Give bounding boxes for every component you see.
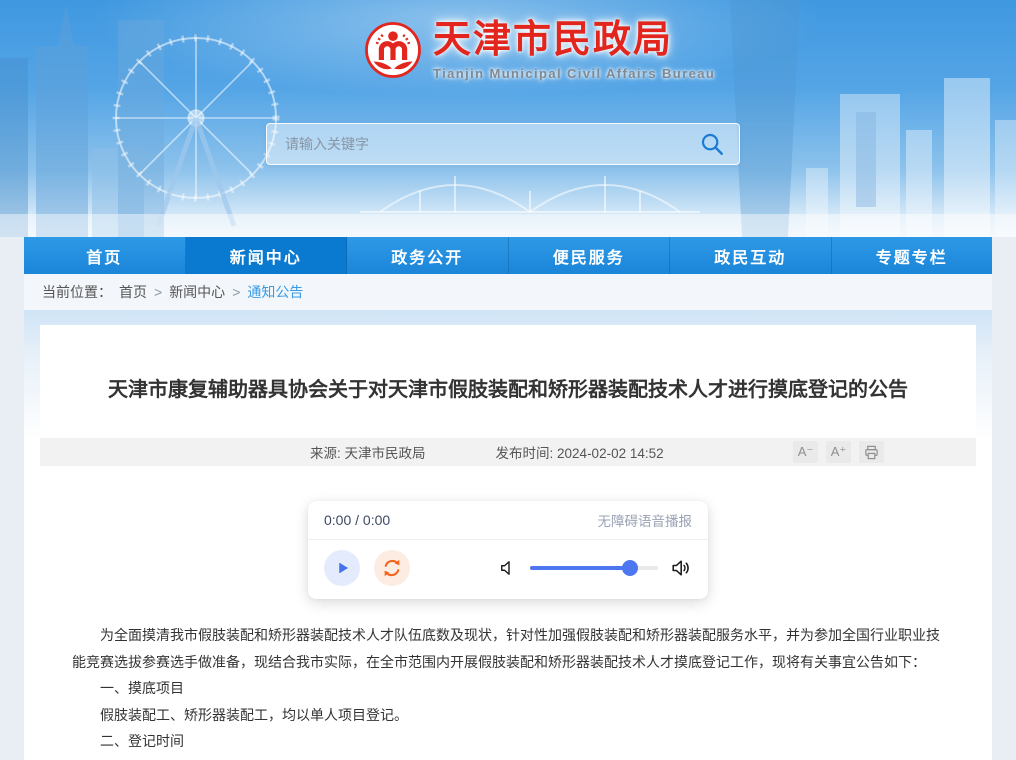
article-card: 天津市康复辅助器具协会关于对天津市假肢装配和矫形器装配技术人才进行摸底登记的公告… xyxy=(40,325,976,760)
replay-loop-icon xyxy=(381,557,403,579)
player-header: 0:00 / 0:00 无障碍语音播报 xyxy=(308,501,708,540)
article-paragraph: 为全面摸清我市假肢装配和矫形器装配技术人才队伍底数及现状，针对性加强假肢装配和矫… xyxy=(72,622,944,675)
breadcrumb-separator: > xyxy=(154,284,162,300)
article-paragraph: 假肢装配工、矫形器装配工，均以单人项目登记。 xyxy=(72,702,944,729)
player-caption: 无障碍语音播报 xyxy=(598,510,693,530)
volume-thumb[interactable] xyxy=(622,560,638,576)
play-button[interactable] xyxy=(324,550,360,586)
content-area: 天津市康复辅助器具协会关于对天津市假肢装配和矫形器装配技术人才进行摸底登记的公告… xyxy=(24,310,992,760)
article-body: 为全面摸清我市假肢装配和矫形器装配技术人才队伍底数及现状，针对性加强假肢装配和矫… xyxy=(40,599,976,755)
search-button[interactable] xyxy=(697,129,727,159)
volume-mute-icon[interactable] xyxy=(498,558,518,578)
article-paragraph: 一、摸底项目 xyxy=(72,675,944,702)
volume-fill xyxy=(530,566,630,570)
play-icon xyxy=(331,557,353,579)
replay-button[interactable] xyxy=(374,550,410,586)
site-subtitle: Tianjin Municipal Civil Affairs Bureau xyxy=(433,66,715,81)
volume-controls xyxy=(498,557,692,579)
source-value: 天津市民政局 xyxy=(345,446,426,461)
font-controls: A⁻ A⁺ xyxy=(793,441,884,463)
search-icon xyxy=(699,131,725,157)
brand: 天津市民政局 Tianjin Municipal Civil Affairs B… xyxy=(364,21,715,81)
player-time: 0:00 / 0:00 xyxy=(324,512,390,528)
article-paragraph: 二、登记时间 xyxy=(72,728,944,755)
site-header: 天津市民政局 Tianjin Municipal Civil Affairs B… xyxy=(0,0,1016,237)
source-label: 来源: xyxy=(310,446,345,461)
publish-label: 发布时间: xyxy=(496,446,558,461)
nav-item-special-topics[interactable]: 专题专栏 xyxy=(832,237,993,274)
search-input[interactable] xyxy=(283,135,697,153)
breadcrumb-news-link[interactable]: 新闻中心 xyxy=(169,282,225,302)
breadcrumb-label: 当前位置： xyxy=(42,282,112,302)
nav-item-news-center[interactable]: 新闻中心 xyxy=(186,237,348,274)
font-decrease-button[interactable]: A⁻ xyxy=(793,441,818,463)
article-title: 天津市康复辅助器具协会关于对天津市假肢装配和矫形器装配技术人才进行摸底登记的公告 xyxy=(100,375,916,405)
article-meta-bar: 来源: 天津市民政局 发布时间: 2024-02-02 14:52 A⁻ A⁺ xyxy=(40,438,976,466)
nav-item-gov-affairs[interactable]: 政务公开 xyxy=(347,237,509,274)
civil-affairs-logo-icon xyxy=(364,21,422,79)
nav-item-interaction[interactable]: 政民互动 xyxy=(670,237,832,274)
player-controls xyxy=(308,540,708,599)
publish-value: 2024-02-02 14:52 xyxy=(557,446,664,461)
article-publish-time: 发布时间: 2024-02-02 14:52 xyxy=(496,442,664,462)
nav-item-home[interactable]: 首页 xyxy=(24,237,186,274)
article-source: 来源: 天津市民政局 xyxy=(310,442,426,462)
site-title: 天津市民政局 xyxy=(433,21,715,61)
breadcrumb: 当前位置： 首页 > 新闻中心 > 通知公告 xyxy=(24,274,992,310)
breadcrumb-notices-link[interactable]: 通知公告 xyxy=(247,282,303,302)
volume-loud-icon[interactable] xyxy=(670,557,692,579)
print-button[interactable] xyxy=(859,441,884,463)
breadcrumb-home-link[interactable]: 首页 xyxy=(119,282,147,302)
volume-slider[interactable] xyxy=(530,566,658,570)
font-increase-button[interactable]: A⁺ xyxy=(826,441,851,463)
accessibility-audio-player: 0:00 / 0:00 无障碍语音播报 xyxy=(308,501,708,599)
search-bar xyxy=(266,123,740,165)
nav-item-public-services[interactable]: 便民服务 xyxy=(509,237,671,274)
main-nav: 首页 新闻中心 政务公开 便民服务 政民互动 专题专栏 xyxy=(24,237,992,274)
breadcrumb-separator: > xyxy=(232,284,240,300)
printer-icon xyxy=(864,445,879,460)
